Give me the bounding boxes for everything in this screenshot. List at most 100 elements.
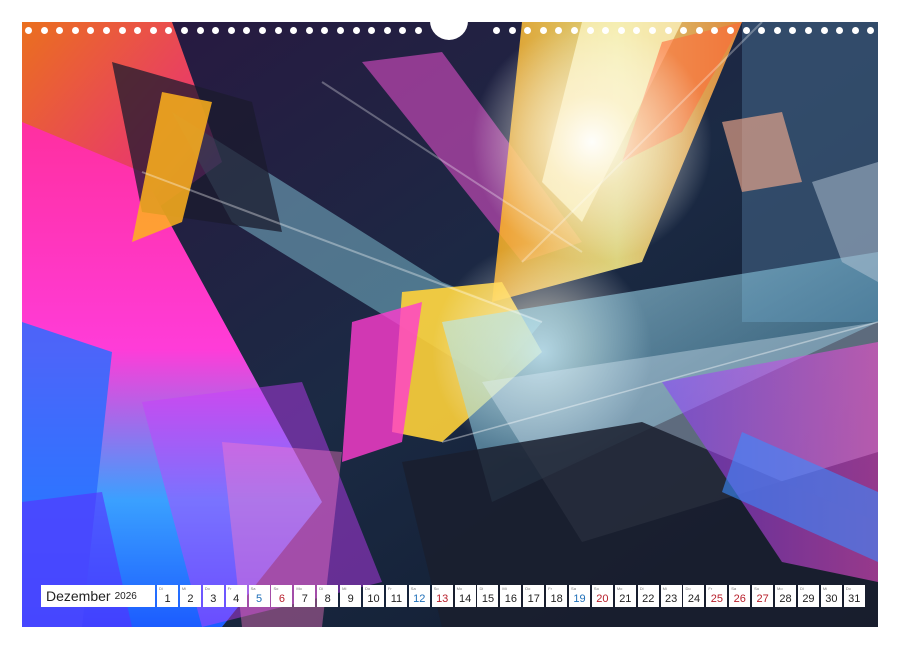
binding-hole (71, 27, 79, 34)
day-cell: Mo 21 (614, 585, 636, 607)
binding-hole (290, 27, 298, 34)
binding-hole (259, 27, 266, 34)
day-number: 22 (642, 593, 655, 605)
day-cell: Di 22 (637, 585, 659, 607)
binding-hole (56, 27, 64, 34)
binding-hole (680, 27, 688, 34)
day-number: 14 (458, 593, 472, 605)
day-of-week: Sa (410, 586, 416, 591)
day-of-week: Mo (777, 586, 783, 591)
binding-hole (727, 27, 734, 34)
binding-hole (25, 27, 32, 34)
abstract-prism-photo (22, 22, 878, 627)
day-cell: Fr 25 (706, 585, 728, 607)
day-of-week: So (754, 586, 760, 591)
day-of-week: So (433, 586, 439, 591)
binding-hole (539, 27, 547, 34)
calendar-page: Dezember 2026 Di 1 Mi 2 Do 3 Fr 4 Sa 5 So 6 Mo 7 Di 8 Mi… (0, 0, 899, 648)
day-cell: Di 15 (477, 585, 499, 607)
binding-hole (181, 27, 188, 34)
binding-hole (508, 27, 516, 34)
binding-hole (524, 27, 532, 34)
day-cell: So 20 (591, 585, 613, 607)
day-cell: Mi 16 (500, 585, 522, 607)
binding-hole (305, 27, 313, 34)
binding-hole (103, 27, 110, 34)
day-number: 25 (710, 593, 723, 605)
day-of-week: Mi (822, 586, 828, 591)
binding-hole (602, 27, 610, 34)
binding-hole (87, 27, 95, 34)
day-cell: So 13 (431, 585, 453, 607)
day-cell: Di 8 (317, 585, 339, 607)
day-of-week: Sa (571, 586, 576, 591)
day-cell: Fr 18 (546, 585, 568, 607)
day-cell: Sa 19 (569, 585, 591, 607)
binding-hole (399, 27, 407, 34)
day-cell: Do 10 (363, 585, 385, 607)
day-number: 28 (779, 593, 792, 605)
day-of-week: Di (159, 586, 163, 591)
binding-hole (212, 27, 220, 34)
day-of-week: Mi (662, 586, 667, 591)
binding-hole (196, 27, 204, 34)
day-cell: Sa 26 (729, 585, 751, 607)
binding-hole (617, 27, 625, 34)
day-number: 8 (324, 593, 331, 605)
day-of-week: Di (479, 586, 484, 591)
day-cell: Mo 7 (294, 585, 316, 607)
month-label: Dezember 2026 (41, 585, 155, 607)
day-number: 20 (596, 593, 609, 605)
binding-hole (711, 27, 719, 34)
binding-hole (758, 27, 766, 34)
month-calendar-strip: Dezember 2026 Di 1 Mi 2 Do 3 Fr 4 Sa 5 So 6 Mo 7 Di 8 Mi… (41, 585, 867, 607)
day-number: 18 (550, 593, 563, 605)
binding-hole (134, 27, 142, 34)
day-number: 5 (256, 593, 263, 605)
day-of-week: Do (845, 586, 851, 591)
day-cell: Mo 28 (775, 585, 797, 607)
day-of-week: Di (639, 586, 644, 591)
binding-hole (555, 27, 563, 34)
day-number: 1 (164, 593, 171, 605)
day-of-week: Sa (731, 586, 737, 591)
day-cell: Sa 5 (248, 585, 270, 607)
prism-light-artwork (22, 22, 878, 627)
binding-hole (586, 27, 594, 34)
day-number: 30 (825, 593, 838, 605)
day-of-week: Do (685, 586, 691, 591)
binding-hole (40, 27, 48, 34)
binding-hole (633, 27, 641, 34)
day-of-week: Do (204, 586, 210, 591)
day-cell: Di 1 (157, 585, 178, 607)
binding-hole (836, 27, 844, 34)
day-of-week: Mi (181, 586, 187, 591)
day-cell: Do 24 (683, 585, 705, 607)
day-cell: Fr 11 (385, 585, 407, 607)
day-number: 2 (187, 593, 194, 605)
binding-hole (867, 27, 875, 34)
day-of-week: Do (365, 586, 371, 591)
binding-hole (805, 27, 812, 34)
day-number: 6 (278, 593, 286, 605)
binding-hole (649, 27, 656, 34)
day-cells: Di 1 Mi 2 Do 3 Fr 4 Sa 5 So 6 Mo 7 Di 8 Mi 9 Do 10 Fr 11 Sa 12 S… (157, 585, 867, 607)
day-of-week: Fr (708, 586, 713, 591)
binding-hole (789, 27, 797, 34)
binding-hole (165, 27, 173, 34)
day-number: 29 (802, 593, 815, 605)
day-number: 4 (233, 593, 240, 605)
day-number: 3 (210, 593, 217, 605)
binding-hole (352, 27, 360, 34)
day-cell: Di 29 (797, 585, 819, 607)
binding-hole (118, 27, 126, 34)
day-of-week: Fr (227, 586, 232, 591)
day-of-week: Fr (387, 586, 392, 591)
day-number: 17 (527, 593, 540, 605)
day-number: 19 (573, 593, 586, 605)
binding-hole (571, 27, 578, 34)
binding-hole (321, 27, 329, 34)
month-name: Dezember (46, 588, 111, 604)
day-number: 10 (367, 593, 380, 605)
binding-hole (368, 27, 376, 34)
